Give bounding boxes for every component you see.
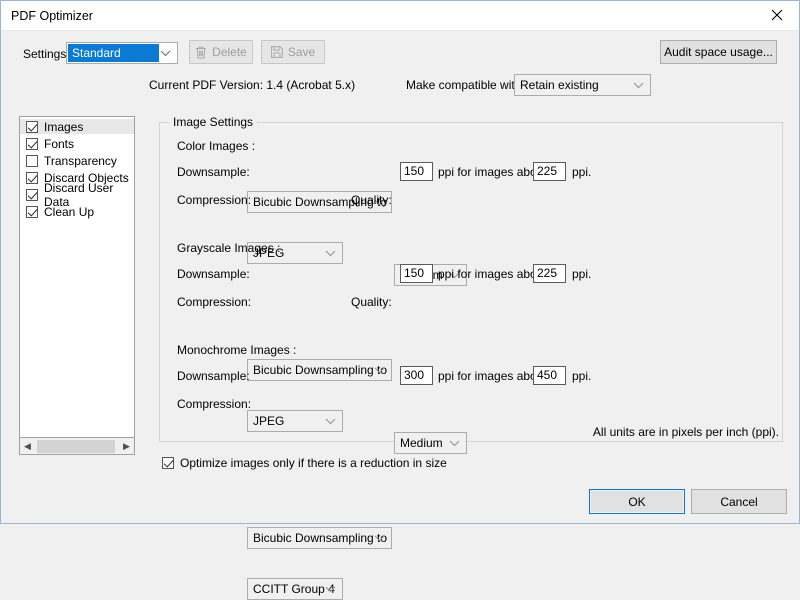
pdf-optimizer-dialog: PDF Optimizer Settings: Standard Delete … xyxy=(0,0,800,600)
floppy-disk-icon xyxy=(270,46,283,58)
settings-label: Settings: xyxy=(23,47,70,61)
monochrome-threshold-ppi-input[interactable]: 450 xyxy=(533,366,566,385)
grayscale-compression-value: JPEG xyxy=(253,414,285,428)
sidebar-item-images[interactable]: Images xyxy=(20,119,134,134)
scrollbar-track[interactable] xyxy=(35,438,119,454)
cancel-button[interactable]: Cancel xyxy=(691,489,787,514)
settings-preset-value: Standard xyxy=(68,44,159,62)
checkbox-images[interactable] xyxy=(26,120,38,133)
checkbox-clean-up[interactable] xyxy=(26,205,38,218)
grayscale-downsample-method-dropdown[interactable]: Bicubic Downsampling to xyxy=(247,359,392,381)
ok-button[interactable]: OK xyxy=(589,489,685,514)
color-threshold-ppi-input[interactable]: 225 xyxy=(533,162,566,181)
chevron-right-icon[interactable]: ▶ xyxy=(119,439,134,454)
audit-space-usage-button[interactable]: Audit space usage... xyxy=(660,40,777,64)
monochrome-downsample-method-value: Bicubic Downsampling to xyxy=(253,531,388,545)
audit-space-usage-label: Audit space usage... xyxy=(664,45,773,59)
grayscale-downsample-method-value: Bicubic Downsampling to xyxy=(253,363,388,377)
monochrome-compression-label: Compression: xyxy=(177,397,252,411)
save-button[interactable]: Save xyxy=(261,40,325,64)
save-button-label: Save xyxy=(287,45,316,59)
delete-button-label: Delete xyxy=(212,45,247,59)
sidebar-item-label: Fonts xyxy=(44,136,75,151)
optimize-images-label: Optimize images only if there is a reduc… xyxy=(180,456,447,470)
image-settings-title: Image Settings xyxy=(169,115,258,129)
make-compatible-dropdown[interactable]: Retain existing xyxy=(514,74,651,96)
grayscale-compression-label: Compression: xyxy=(177,295,252,309)
sidebar-item-label: Clean Up xyxy=(44,204,95,219)
color-downsample-ppi-input[interactable]: 150 xyxy=(400,162,433,181)
grayscale-quality-value: Medium xyxy=(400,436,443,450)
monochrome-compression-dropdown[interactable]: CCITT Group 4 xyxy=(247,578,343,600)
make-compatible-label: Make compatible with: xyxy=(406,78,525,92)
color-compression-label: Compression: xyxy=(177,193,252,207)
window-title: PDF Optimizer xyxy=(11,8,93,23)
checkbox-optimize-images[interactable] xyxy=(162,457,174,469)
make-compatible-value: Retain existing xyxy=(520,78,599,92)
title-bar: PDF Optimizer xyxy=(1,1,799,31)
settings-preset-dropdown[interactable]: Standard xyxy=(66,42,178,64)
grayscale-downsample-ppi-input[interactable]: 150 xyxy=(400,264,433,283)
category-listbox[interactable]: Images Fonts Transparency Discard Object… xyxy=(19,116,135,438)
monochrome-images-title: Monochrome Images : xyxy=(177,343,297,357)
units-note: All units are in pixels per inch (ppi). xyxy=(592,425,779,439)
sidebar-item-fonts[interactable]: Fonts xyxy=(20,136,134,151)
color-ppi-unit-label: ppi. xyxy=(572,165,592,179)
chevron-down-icon xyxy=(446,433,462,453)
scrollbar-thumb[interactable] xyxy=(37,439,115,453)
grayscale-images-title: Grayscale Images : xyxy=(177,241,281,255)
optimize-images-checkbox-row[interactable]: Optimize images only if there is a reduc… xyxy=(162,456,447,470)
chevron-down-icon xyxy=(630,75,646,95)
chevron-down-icon xyxy=(371,528,387,548)
grayscale-quality-dropdown[interactable]: Medium xyxy=(394,432,467,454)
monochrome-downsample-ppi-input[interactable]: 300 xyxy=(400,366,433,385)
chevron-down-icon xyxy=(322,243,338,263)
trash-icon xyxy=(195,46,207,59)
chevron-left-icon[interactable]: ◀ xyxy=(20,439,35,454)
ok-button-label: OK xyxy=(628,494,646,509)
chevron-down-icon xyxy=(371,360,387,380)
color-quality-label: Quality: xyxy=(351,193,392,207)
color-downsample-label: Downsample: xyxy=(177,165,250,179)
chevron-down-icon xyxy=(322,411,338,431)
checkbox-transparency[interactable] xyxy=(26,154,38,167)
cancel-button-label: Cancel xyxy=(720,494,758,509)
checkbox-fonts[interactable] xyxy=(26,137,38,150)
checkbox-discard-objects[interactable] xyxy=(26,171,38,184)
close-icon[interactable] xyxy=(754,1,799,29)
sidebar-item-label: Transparency xyxy=(44,153,117,168)
delete-button[interactable]: Delete xyxy=(189,40,253,64)
monochrome-ppi-unit-label: ppi. xyxy=(572,369,592,383)
sidebar-item-discard-user-data[interactable]: Discard User Data xyxy=(20,181,134,209)
grayscale-compression-dropdown[interactable]: JPEG xyxy=(247,410,343,432)
monochrome-downsample-label: Downsample: xyxy=(177,369,250,383)
grayscale-threshold-ppi-input[interactable]: 225 xyxy=(533,264,566,283)
color-images-title: Color Images : xyxy=(177,139,256,153)
sidebar-item-transparency[interactable]: Transparency xyxy=(20,153,134,168)
chevron-down-icon xyxy=(322,579,338,599)
grayscale-downsample-label: Downsample: xyxy=(177,267,250,281)
current-pdf-version: Current PDF Version: 1.4 (Acrobat 5.x) xyxy=(149,78,356,92)
category-list-horizontal-scrollbar[interactable]: ◀ ▶ xyxy=(19,438,135,455)
monochrome-downsample-method-dropdown[interactable]: Bicubic Downsampling to xyxy=(247,527,392,549)
grayscale-ppi-unit-label: ppi. xyxy=(572,267,592,281)
checkbox-discard-user-data[interactable] xyxy=(26,188,38,201)
sidebar-item-label: Images xyxy=(44,119,84,134)
chevron-down-icon xyxy=(157,43,173,63)
grayscale-quality-label: Quality: xyxy=(351,295,392,309)
